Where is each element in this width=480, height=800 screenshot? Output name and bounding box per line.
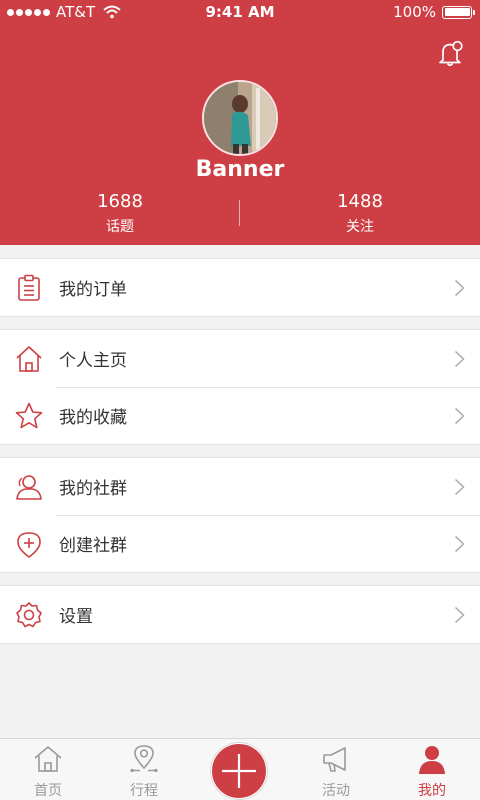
menu-group-personal: 个人主页 我的收藏 <box>0 329 480 445</box>
plus-icon <box>222 754 256 788</box>
chevron-right-icon <box>454 535 465 553</box>
profile-header: AT&T 9:41 AM 100% Banner 1688 话题 1488 关注 <box>0 0 480 245</box>
chevron-right-icon <box>454 407 465 425</box>
avatar-photo <box>204 82 276 154</box>
chevron-right-icon <box>454 350 465 368</box>
house-icon <box>16 346 42 372</box>
menu-item-favorites-label: 我的收藏 <box>59 408 127 428</box>
tab-mine-label: 我的 <box>418 783 446 799</box>
house-icon <box>34 746 62 772</box>
tab-home-label: 首页 <box>34 783 62 799</box>
battery-percent: 100% <box>393 3 436 21</box>
status-bar: AT&T 9:41 AM 100% <box>0 0 480 24</box>
stat-following-label: 关注 <box>346 219 374 235</box>
tab-activity[interactable]: 活动 <box>288 739 384 800</box>
tab-trip[interactable]: 行程 <box>96 739 192 800</box>
tab-home[interactable]: 首页 <box>0 739 96 800</box>
location-pin-icon <box>130 745 158 773</box>
status-bar-right: 100% <box>393 3 475 21</box>
stat-topics-value: 1688 <box>97 191 143 212</box>
battery-icon <box>442 5 475 19</box>
menu-item-create-group[interactable]: 创建社群 <box>0 515 480 572</box>
menu-item-orders-label: 我的订单 <box>59 280 127 300</box>
avatar[interactable] <box>202 80 278 156</box>
create-plus-button[interactable] <box>211 743 267 799</box>
bell-icon[interactable] <box>436 40 466 68</box>
stat-following[interactable]: 1488 关注 <box>240 192 480 236</box>
megaphone-icon <box>323 747 346 772</box>
menu-item-my-groups[interactable]: 我的社群 <box>0 458 480 515</box>
menu-item-create-group-label: 创建社群 <box>59 536 127 556</box>
menu-item-homepage-label: 个人主页 <box>59 351 127 371</box>
menu-item-my-groups-label: 我的社群 <box>59 479 127 499</box>
star-icon <box>15 402 43 429</box>
gear-icon <box>16 602 42 628</box>
shield-plus-icon <box>17 532 41 558</box>
menu-group-community: 我的社群 创建社群 <box>0 457 480 573</box>
menu-item-settings-label: 设置 <box>59 607 93 627</box>
tab-mine[interactable]: 我的 <box>384 739 480 800</box>
person-icon <box>419 746 445 774</box>
people-icon <box>16 475 42 500</box>
menu-item-orders[interactable]: 我的订单 <box>0 259 480 316</box>
menu-group-orders: 我的订单 <box>0 258 480 317</box>
profile-name: Banner <box>195 157 285 182</box>
chevron-right-icon <box>454 478 465 496</box>
stat-topics-label: 话题 <box>106 219 134 235</box>
clipboard-icon <box>18 274 40 301</box>
menu-item-favorites[interactable]: 我的收藏 <box>0 387 480 444</box>
stat-topics[interactable]: 1688 话题 <box>0 192 240 236</box>
stat-following-value: 1488 <box>337 191 383 212</box>
menu-item-settings[interactable]: 设置 <box>0 586 480 643</box>
tab-trip-label: 行程 <box>130 783 158 799</box>
menu-group-settings: 设置 <box>0 585 480 644</box>
tab-activity-label: 活动 <box>322 783 350 799</box>
chevron-right-icon <box>454 606 465 624</box>
chevron-right-icon <box>454 279 465 297</box>
menu-item-homepage[interactable]: 个人主页 <box>0 330 480 387</box>
